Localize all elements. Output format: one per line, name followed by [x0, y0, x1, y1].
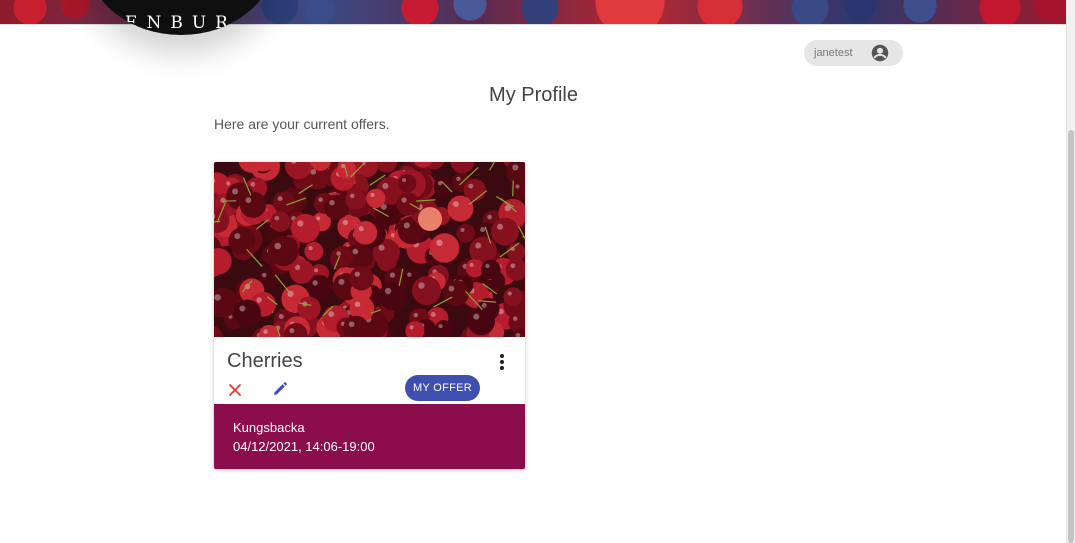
more-vert-icon[interactable] [494, 353, 510, 371]
close-icon[interactable] [227, 382, 243, 398]
account-circle-icon [871, 44, 889, 62]
my-offer-button[interactable]: MY OFFER [405, 375, 480, 401]
scrollbar-thumb[interactable] [1068, 130, 1074, 543]
page-subtitle: Here are your current offers. [214, 116, 390, 132]
offer-image-cherries[interactable] [214, 162, 525, 337]
site-logo[interactable]: ENBUR [86, 0, 276, 35]
offer-details: Kungsbacka 04/12/2021, 14:06-19:00 [214, 404, 525, 469]
offer-card[interactable]: Cherries MY OFFER Kungsbacka 04/12/2021,… [214, 162, 525, 469]
page-title: My Profile [489, 84, 578, 106]
user-name: janetest [814, 47, 853, 59]
offer-title: Cherries [227, 350, 303, 372]
logo-text: ENBUR [125, 13, 237, 33]
vertical-scrollbar[interactable] [1066, 0, 1075, 543]
pencil-icon[interactable] [272, 381, 288, 397]
offer-location: Kungsbacka [233, 420, 305, 435]
offer-datetime: 04/12/2021, 14:06-19:00 [233, 439, 375, 454]
cherries-photo [214, 162, 525, 337]
user-menu-chip[interactable]: janetest [804, 40, 903, 66]
